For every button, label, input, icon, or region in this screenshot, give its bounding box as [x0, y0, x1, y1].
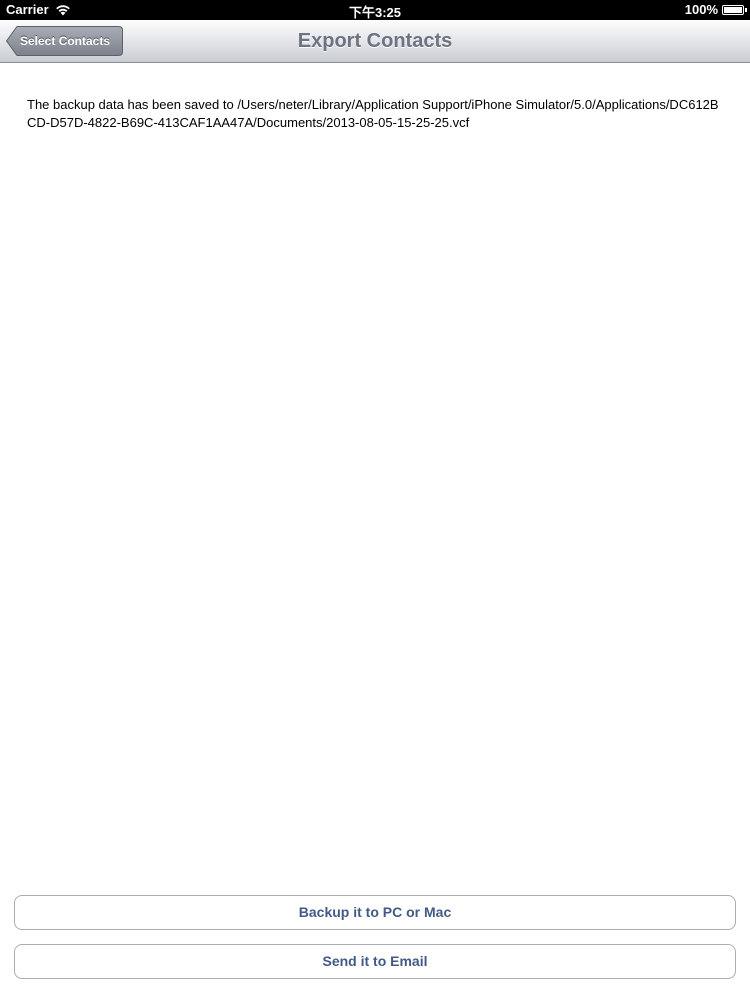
backup-to-pc-button[interactable]: Backup it to PC or Mac: [14, 895, 736, 930]
send-email-button[interactable]: Send it to Email: [14, 944, 736, 979]
navigation-bar: Select Contacts Export Contacts: [0, 20, 750, 63]
screen: Carrier 下午3:25 100% Select Contacts Expo…: [0, 0, 750, 1000]
battery-icon: [722, 4, 747, 15]
status-battery: 100%: [684, 2, 747, 17]
status-bar: Carrier 下午3:25 100%: [0, 0, 750, 20]
status-time: 下午3:25: [348, 5, 402, 20]
backup-saved-message: The backup data has been saved to /Users…: [27, 97, 719, 130]
battery-percent: 100%: [684, 2, 718, 17]
page-title: Export Contacts: [297, 30, 453, 52]
